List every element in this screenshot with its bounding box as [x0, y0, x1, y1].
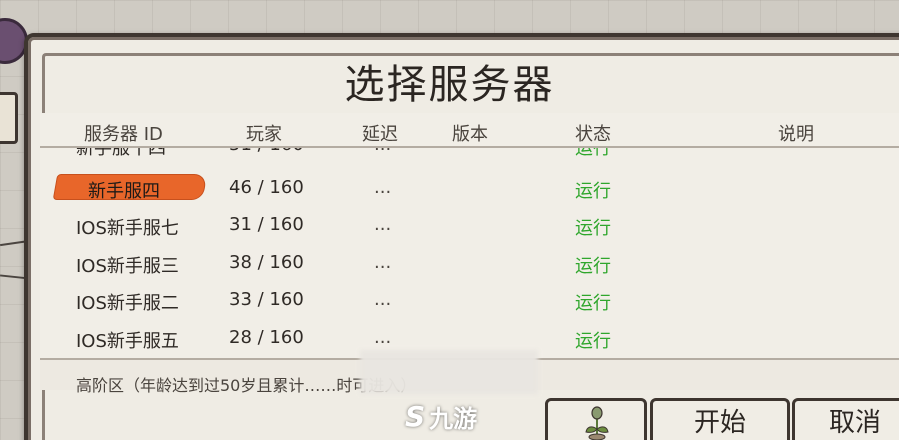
column-header-server-id[interactable]: 服务器 ID — [84, 120, 163, 146]
status-value: 运行 — [575, 331, 611, 352]
table-row[interactable]: IOS新手服二 33 / 160 ... 运行 — [40, 281, 899, 318]
latency-value: ... — [374, 214, 392, 235]
column-header-version[interactable]: 版本 — [452, 120, 488, 146]
dialog-title: 选择服务器 — [344, 62, 555, 108]
latency-value: ... — [374, 327, 392, 348]
column-header-description[interactable]: 说明 — [778, 120, 814, 146]
server-name: IOS新手服七 — [76, 218, 179, 239]
server-name: IOS新手服二 — [76, 293, 179, 314]
latency-value: ... — [374, 177, 392, 198]
latency-value: ... — [374, 289, 392, 310]
status-value: 运行 — [575, 293, 611, 314]
player-count: 28 / 160 — [229, 327, 304, 348]
latency-value: ... — [374, 252, 392, 273]
watermark-mark-icon: S — [405, 399, 426, 433]
plant-icon — [585, 406, 609, 440]
cancel-button[interactable]: 取消 — [792, 398, 899, 440]
player-count: 46 / 160 — [229, 177, 304, 198]
watermark-text: 九游 — [429, 404, 478, 433]
table-row[interactable]: IOS新手服七 31 / 160 ... 运行 — [40, 206, 899, 243]
table-row-selected[interactable]: 新手服四 46 / 160 ... 运行 — [40, 169, 899, 206]
table-row[interactable]: IOS新手服三 38 / 160 ... 运行 — [40, 244, 899, 281]
server-name: IOS新手服五 — [76, 331, 179, 352]
server-list[interactable]: 新手服十四 51 / 160 ... 运行 新手服四 46 / 160 ... … — [40, 132, 899, 360]
column-header-players[interactable]: 玩家 — [246, 120, 282, 146]
watermark-logo: S 九游 — [405, 396, 477, 436]
column-header-status[interactable]: 状态 — [575, 120, 611, 146]
plant-icon-button[interactable] — [545, 398, 647, 440]
blurred-overlay — [360, 350, 538, 394]
player-count: 31 / 160 — [229, 214, 304, 235]
table-header: 服务器 ID 玩家 延迟 版本 状态 说明 — [40, 113, 899, 148]
status-value: 运行 — [575, 218, 611, 239]
server-name: 新手服四 — [88, 181, 160, 202]
status-value: 运行 — [575, 181, 611, 202]
server-name: IOS新手服三 — [76, 256, 179, 277]
start-button[interactable]: 开始 — [650, 398, 790, 440]
column-header-latency[interactable]: 延迟 — [362, 120, 398, 146]
status-value: 运行 — [575, 256, 611, 277]
player-count: 38 / 160 — [229, 252, 304, 273]
player-count: 33 / 160 — [229, 289, 304, 310]
